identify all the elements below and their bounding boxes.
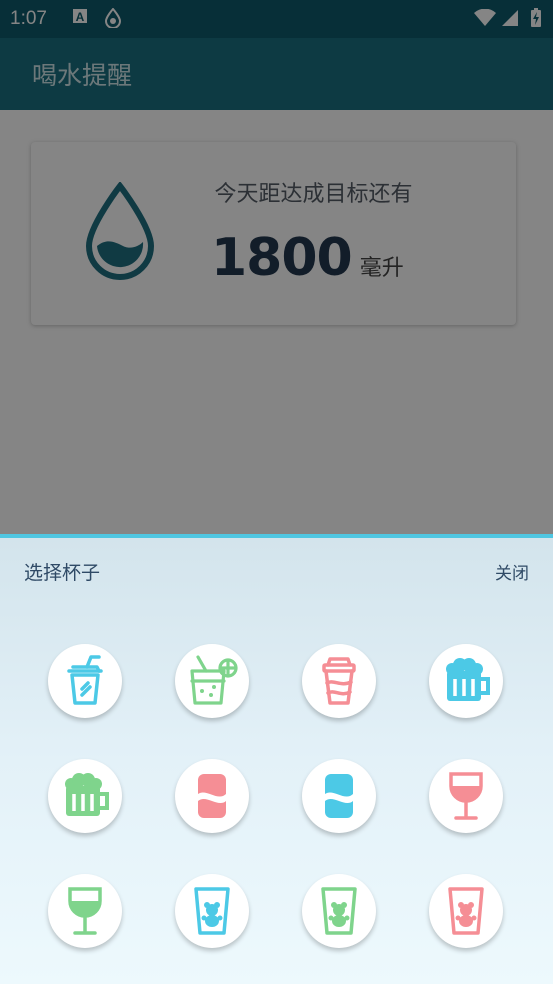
close-button[interactable]: 关闭	[495, 559, 529, 584]
beer-mug-icon	[446, 658, 490, 701]
cup-option-11[interactable]	[302, 874, 376, 948]
cup-option-3[interactable]	[302, 644, 376, 718]
bear-glass-icon	[194, 887, 230, 935]
cup-option-10[interactable]	[175, 874, 249, 948]
plastic-cup-icon	[67, 655, 103, 705]
cup-option-6[interactable]	[175, 759, 249, 833]
cup-selection-sheet: 选择杯子 关闭	[0, 534, 553, 984]
cup-option-9[interactable]	[48, 874, 122, 948]
cup-option-2[interactable]	[175, 644, 249, 718]
cup-option-8[interactable]	[429, 759, 503, 833]
bear-glass-icon	[321, 887, 357, 935]
sheet-title: 选择杯子	[24, 562, 101, 584]
cup-option-4[interactable]	[429, 644, 503, 718]
cup-option-5[interactable]	[48, 759, 122, 833]
bear-glass-icon	[448, 887, 484, 935]
cup-option-1[interactable]	[48, 644, 122, 718]
lemonade-icon	[190, 655, 238, 705]
coffee-cup-icon	[322, 657, 356, 705]
cup-option-7[interactable]	[302, 759, 376, 833]
soda-can-icon	[325, 774, 353, 818]
beer-mug-icon	[65, 773, 109, 816]
dim-overlay[interactable]	[0, 0, 553, 534]
cup-option-12[interactable]	[429, 874, 503, 948]
wine-glass-icon	[449, 772, 483, 820]
soda-can-icon	[198, 774, 226, 818]
wine-glass-icon	[68, 887, 102, 935]
